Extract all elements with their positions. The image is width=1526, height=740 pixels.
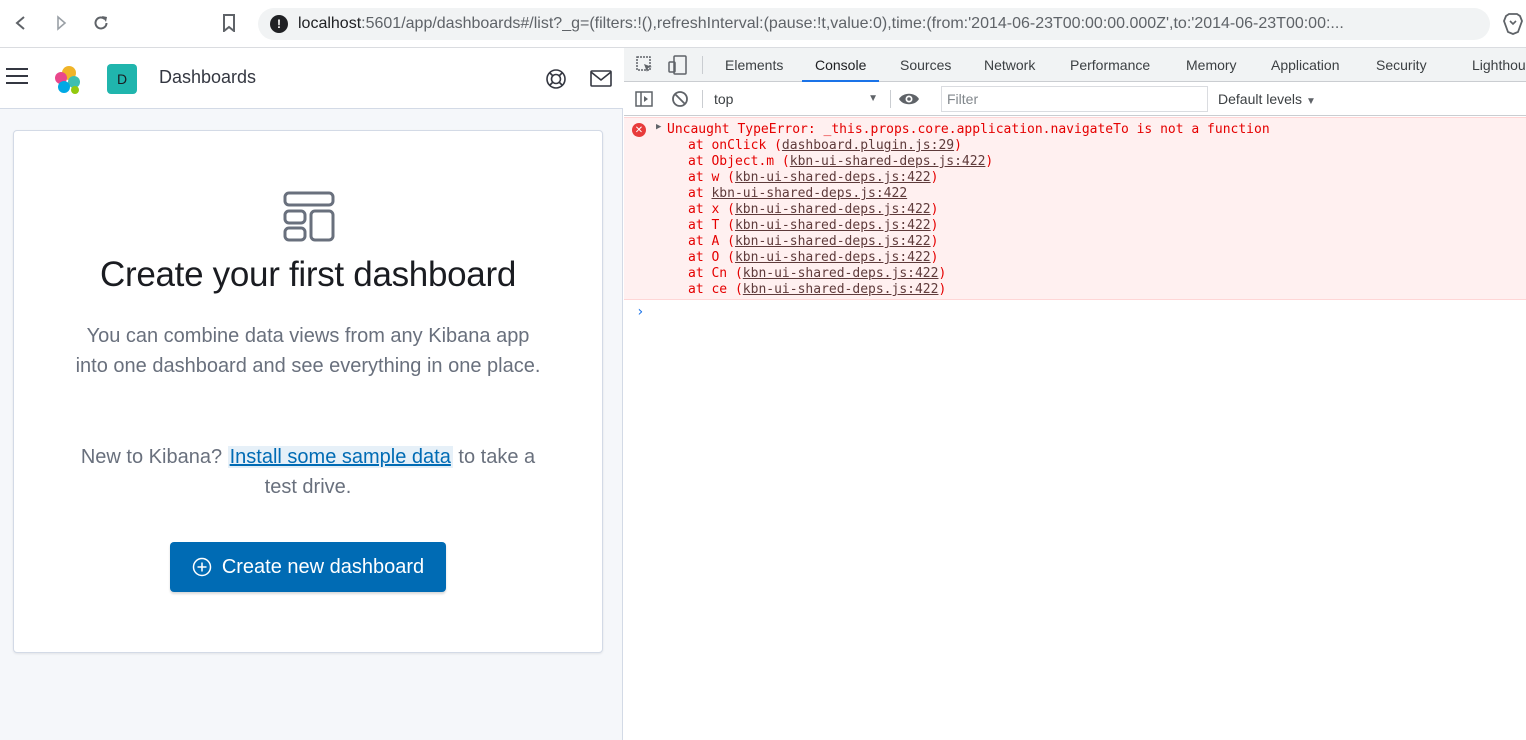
live-expression-eye-icon[interactable] (898, 89, 919, 109)
stack-frame-text: at O ( (688, 250, 735, 265)
tab-security[interactable]: Security (1374, 48, 1429, 82)
help-icon[interactable] (545, 68, 567, 90)
plus-circle-icon (192, 557, 212, 577)
stack-line: at T (kbn-ui-shared-deps.js:422) (688, 218, 993, 234)
expand-triangle-icon[interactable]: ▶ (656, 122, 661, 132)
empty-state-panel: Create your first dashboard You can comb… (13, 130, 603, 653)
stack-line: at kbn-ui-shared-deps.js:422 (688, 186, 993, 202)
stack-frame-suffix: ) (938, 282, 947, 297)
back-icon[interactable] (8, 10, 34, 36)
stack-line: at Object.m (kbn-ui-shared-deps.js:422) (688, 154, 993, 170)
error-icon: ✕ (632, 123, 646, 137)
console-filter-input[interactable] (941, 86, 1208, 112)
device-toolbar-icon[interactable] (668, 55, 688, 75)
stack-line: at A (kbn-ui-shared-deps.js:422) (688, 234, 993, 250)
source-link[interactable]: kbn-ui-shared-deps.js:422 (735, 202, 931, 217)
stack-line: at O (kbn-ui-shared-deps.js:422) (688, 250, 993, 266)
app-title: Dashboards (159, 67, 257, 87)
log-levels-dropdown[interactable]: Default levels ▼ (1218, 88, 1316, 113)
stack-frame-suffix: ) (954, 138, 962, 153)
source-link[interactable]: kbn-ui-shared-deps.js:422 (735, 250, 931, 265)
tab-performance[interactable]: Performance (1068, 48, 1152, 82)
sample-prefix: New to Kibana? (80, 446, 223, 468)
chevron-down-icon: ▼ (1305, 96, 1316, 107)
source-link[interactable]: kbn-ui-shared-deps.js:422 (790, 154, 986, 169)
stack-frame-text: at A ( (688, 234, 735, 249)
stack-line: at onClick (dashboard.plugin.js:29) (688, 138, 993, 154)
console-toolbar: top ▼ Default levels ▼ (624, 82, 1526, 116)
reload-icon[interactable] (88, 10, 114, 36)
stack-frame-suffix: ) (938, 266, 947, 281)
chevron-down-icon: ▼ (868, 93, 878, 104)
stack-frame-text: at Cn ( (688, 266, 743, 281)
devtools-tabbar: Elements Console Sources Network Perform… (624, 48, 1526, 82)
context-value: top (714, 91, 734, 107)
stack-frame-text: at onClick ( (688, 138, 782, 153)
tab-network[interactable]: Network (982, 48, 1037, 82)
stack-frame-text: at (688, 186, 712, 201)
stack-frame-suffix: ) (930, 170, 939, 185)
tab-elements[interactable]: Elements (723, 48, 785, 82)
source-link[interactable]: kbn-ui-shared-deps.js:422 (711, 186, 907, 201)
stack-line: at Cn (kbn-ui-shared-deps.js:422) (688, 266, 993, 282)
browser-toolbar: ! localhost:5601/app/dashboards#/list?_g… (0, 0, 1526, 48)
source-link[interactable]: kbn-ui-shared-deps.js:422 (735, 218, 931, 233)
tab-application[interactable]: Application (1269, 48, 1342, 82)
tab-lighthouse[interactable]: Lighthouse (1470, 48, 1526, 82)
inspect-element-icon[interactable] (635, 55, 655, 75)
address-bar[interactable]: ! localhost:5601/app/dashboards#/list?_g… (258, 8, 1490, 40)
newsfeed-icon[interactable] (590, 70, 612, 88)
brave-shield-icon[interactable] (1502, 13, 1524, 35)
source-link[interactable]: kbn-ui-shared-deps.js:422 (743, 266, 939, 281)
source-link[interactable]: dashboard.plugin.js:29 (782, 138, 954, 153)
source-link[interactable]: kbn-ui-shared-deps.js:422 (743, 282, 939, 297)
menu-icon[interactable] (6, 68, 28, 86)
forward-icon[interactable] (48, 10, 74, 36)
empty-state-description: You can combine data views from any Kiba… (75, 325, 541, 377)
toolbar-divider (702, 90, 703, 108)
stack-frame-text: at Object.m ( (688, 154, 790, 169)
bookmark-icon[interactable] (216, 10, 242, 36)
stack-frame-suffix: ) (930, 218, 939, 233)
tab-memory[interactable]: Memory (1184, 48, 1239, 82)
stack-trace: at onClick (dashboard.plugin.js:29) at Ob… (688, 138, 993, 298)
source-link[interactable]: kbn-ui-shared-deps.js:422 (735, 234, 931, 249)
show-sidebar-icon[interactable] (634, 89, 654, 109)
space-avatar[interactable]: D (107, 64, 137, 94)
stack-frame-suffix: ) (985, 154, 994, 169)
stack-frame-suffix: ) (930, 250, 939, 265)
levels-label: Default levels (1218, 91, 1303, 107)
empty-state-title: Create your first dashboard (99, 255, 516, 294)
stack-frame-text: at ce ( (688, 282, 743, 297)
kibana-app: D Dashboards Create your first dashboard… (0, 48, 623, 740)
stack-frame-text: at x ( (688, 202, 735, 217)
install-sample-data-link[interactable]: Install some sample data (227, 446, 453, 468)
error-text: Uncaught TypeError: _this.props.core.app… (667, 122, 1270, 137)
url-text: localhost:5601/app/dashboards#/list?_g=(… (298, 15, 1344, 32)
stack-frame-text: at w ( (688, 170, 735, 185)
site-info-icon[interactable]: ! (270, 15, 288, 33)
toolbar-divider (702, 56, 703, 74)
dashboard-icon (283, 191, 335, 243)
stack-frame-text: at T ( (688, 218, 735, 233)
clear-console-icon[interactable] (670, 89, 690, 109)
stack-line: at ce (kbn-ui-shared-deps.js:422) (688, 282, 993, 298)
stack-frame-suffix: ) (930, 234, 939, 249)
context-select[interactable]: top ▼ (714, 88, 878, 110)
tab-sources[interactable]: Sources (898, 48, 953, 82)
stack-line: at w (kbn-ui-shared-deps.js:422) (688, 170, 993, 186)
kibana-header: D Dashboards (0, 48, 623, 109)
devtools-panel: Elements Console Sources Network Perform… (624, 48, 1526, 740)
create-new-dashboard-button[interactable]: Create new dashboard (170, 542, 446, 592)
sample-data-prompt: New to Kibana? Install some sample data … (74, 442, 542, 502)
stack-frame-suffix: ) (930, 202, 939, 217)
tab-console[interactable]: Console (802, 48, 880, 82)
create-button-label: Create new dashboard (221, 555, 425, 578)
toolbar-divider (890, 90, 891, 108)
elastic-logo-icon[interactable] (52, 64, 84, 96)
console-prompt-icon[interactable]: › (636, 304, 644, 320)
source-link[interactable]: kbn-ui-shared-deps.js:422 (735, 170, 931, 185)
stack-line: at x (kbn-ui-shared-deps.js:422) (688, 202, 993, 218)
console-error-message: ✕ ▶ Uncaught TypeError: _this.props.core… (624, 117, 1526, 300)
